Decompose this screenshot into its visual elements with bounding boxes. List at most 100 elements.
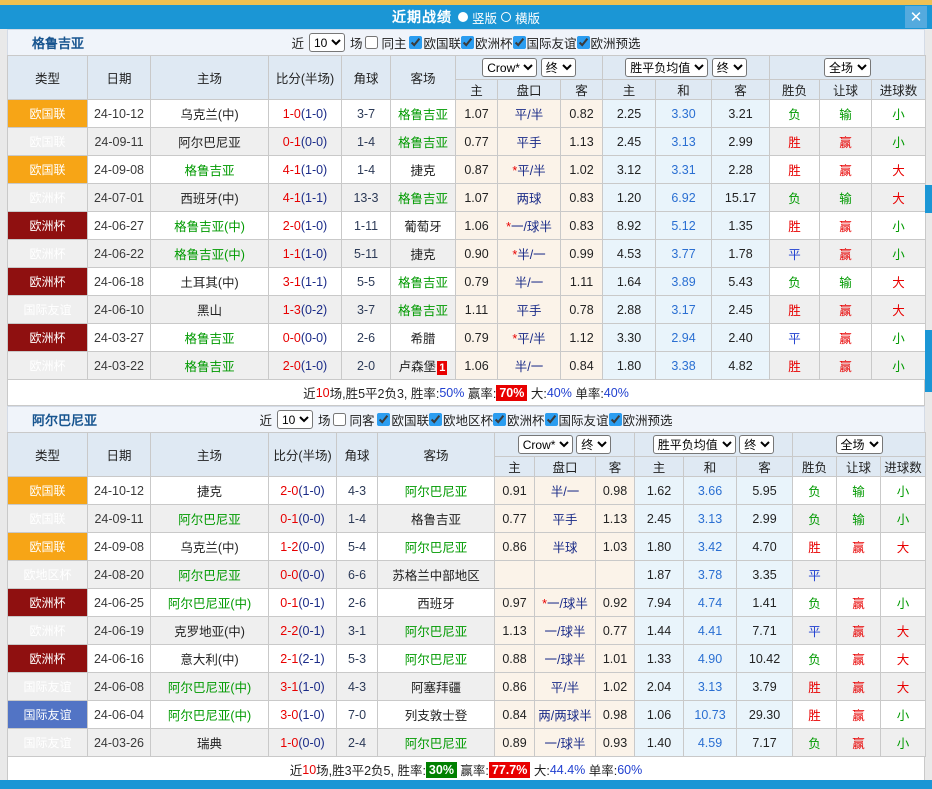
league-badge: 欧国联 xyxy=(8,100,88,128)
layout-radio-group: 竖版 横版 xyxy=(458,8,540,27)
same-venue-label[interactable]: 同主 xyxy=(381,33,406,52)
league-filter-欧洲杯[interactable]: 欧洲杯 xyxy=(461,33,513,52)
radio-horizontal-label[interactable]: 横版 xyxy=(515,8,540,27)
league-checkbox[interactable] xyxy=(429,413,442,426)
close-icon[interactable]: ✕ xyxy=(905,6,927,28)
league-checkbox[interactable] xyxy=(545,413,558,426)
wdl-stage-select[interactable]: 终 xyxy=(739,435,774,454)
match-scope-select[interactable]: 全场 xyxy=(824,58,871,77)
match-count-select[interactable]: 10 xyxy=(277,410,313,429)
col-goals: 进球数 xyxy=(872,80,926,100)
wdl-away-odds: 3.35 xyxy=(737,561,793,589)
league-filter-欧洲杯[interactable]: 欧洲杯 xyxy=(493,410,545,429)
wdl-away-odds: 3.21 xyxy=(712,100,770,128)
result-cell: 负 xyxy=(793,477,837,505)
odds-company-select[interactable]: Crow* xyxy=(482,58,537,77)
results-table-georgia: 类型 日期 主场 比分(半场) 角球 客场 Crow* 终 胜平负均值 终 xyxy=(7,55,926,380)
summary-text: 近 xyxy=(303,383,316,402)
date-cell: 24-03-22 xyxy=(88,352,151,380)
col-goals: 进球数 xyxy=(881,457,926,477)
fulltime-score: 3-1 xyxy=(280,680,298,694)
match-scope-select[interactable]: 全场 xyxy=(836,435,883,454)
league-checkbox[interactable] xyxy=(577,36,590,49)
score-cell: 1-2(0-0) xyxy=(269,533,337,561)
league-filter-国际友谊[interactable]: 国际友谊 xyxy=(513,33,577,52)
league-filter-欧洲预选[interactable]: 欧洲预选 xyxy=(609,410,673,429)
goals-cell: 小 xyxy=(881,589,926,617)
handicap-text: 平/半 xyxy=(517,332,545,346)
handicap-text: 平/半 xyxy=(515,108,543,122)
score-cell: 1-0(0-0) xyxy=(269,729,337,757)
wdl-draw-odds: 6.92 xyxy=(656,184,712,212)
wdl-average-select[interactable]: 胜平负均值 xyxy=(653,435,736,454)
same-venue-checkbox[interactable] xyxy=(333,413,346,426)
league-filter-欧洲预选[interactable]: 欧洲预选 xyxy=(577,33,641,52)
league-checkbox[interactable] xyxy=(493,413,506,426)
radio-vertical-label[interactable]: 竖版 xyxy=(472,8,497,27)
handicap-result-cell: 赢 xyxy=(837,729,881,757)
handicap-odds-home: 1.06 xyxy=(456,352,498,380)
fulltime-score: 2-1 xyxy=(280,652,298,666)
league-filter-欧国联[interactable]: 欧国联 xyxy=(409,33,461,52)
league-filter-欧国联[interactable]: 欧国联 xyxy=(377,410,429,429)
handicap-text: 半/一 xyxy=(515,276,543,290)
league-checkbox[interactable] xyxy=(409,36,422,49)
league-filter-group: 欧国联欧地区杯欧洲杯国际友谊欧洲预选 xyxy=(377,410,672,429)
scrollbar-thumb[interactable] xyxy=(925,330,932,392)
result-cell: 胜 xyxy=(770,128,820,156)
wdl-draw-odds: 4.74 xyxy=(684,589,737,617)
score-cell: 0-1(0-0) xyxy=(269,505,337,533)
team-name: 格鲁吉亚 xyxy=(32,33,84,52)
handicap-odds-away: 1.02 xyxy=(561,156,603,184)
handicap-text: 平手 xyxy=(516,136,541,150)
handicap-odds-home: 0.86 xyxy=(495,533,535,561)
handicap-odds-away: 1.02 xyxy=(596,673,635,701)
match-count-select[interactable]: 10 xyxy=(309,33,345,52)
match-row: 欧洲杯24-06-18土耳其(中)3-1(1-1)5-5格鲁吉亚0.79半/一1… xyxy=(8,268,926,296)
handicap-line: 平手 xyxy=(498,128,561,156)
handicap-odds-home: 0.77 xyxy=(495,505,535,533)
league-checkbox[interactable] xyxy=(513,36,526,49)
away-team: 格鲁吉亚 xyxy=(391,184,456,212)
league-filter-group: 欧国联欧洲杯国际友谊欧洲预选 xyxy=(409,33,640,52)
handicap-line: *平/半 xyxy=(498,156,561,184)
match-row: 欧国联24-09-11阿尔巴尼亚0-1(0-0)1-4格鲁吉亚0.77平手1.1… xyxy=(8,128,926,156)
league-filter-国际友谊[interactable]: 国际友谊 xyxy=(545,410,609,429)
same-venue-checkbox[interactable] xyxy=(365,36,378,49)
wdl-average-select[interactable]: 胜平负均值 xyxy=(625,58,708,77)
match-row: 欧洲杯24-06-19克罗地亚(中)2-2(0-1)3-1阿尔巴尼亚1.13一/… xyxy=(8,617,926,645)
handicap-line: 半/一 xyxy=(498,352,561,380)
handicap-text: 两/两球半 xyxy=(538,709,591,723)
result-cell: 负 xyxy=(793,729,837,757)
scrollbar-thumb[interactable] xyxy=(925,185,932,213)
handicap-line: 一/球半 xyxy=(535,729,596,757)
big-rate-value: 44.4% xyxy=(550,763,585,777)
radio-vertical-layout[interactable] xyxy=(458,12,468,22)
fulltime-score: 2-2 xyxy=(280,624,298,638)
radio-horizontal-layout[interactable] xyxy=(501,12,511,22)
filter-controls: 近 10 场 同主 欧国联欧洲杯国际友谊欧洲预选 xyxy=(8,33,924,52)
league-checkbox[interactable] xyxy=(461,36,474,49)
score-cell: 2-0(1-0) xyxy=(269,352,342,380)
league-checkbox[interactable] xyxy=(609,413,622,426)
odds-stage-select[interactable]: 终 xyxy=(576,435,611,454)
league-filter-欧地区杯[interactable]: 欧地区杯 xyxy=(429,410,493,429)
col-handicap-away: 客 xyxy=(561,80,603,100)
wdl-home-odds: 2.25 xyxy=(603,100,656,128)
col-handicap-home: 主 xyxy=(495,457,535,477)
home-team: 乌克兰(中) xyxy=(151,100,269,128)
same-venue-label[interactable]: 同客 xyxy=(349,410,374,429)
odds-company-select[interactable]: Crow* xyxy=(518,435,573,454)
date-cell: 24-06-18 xyxy=(88,268,151,296)
away-team: 卢森堡1 xyxy=(391,352,456,380)
home-team: 格鲁吉亚 xyxy=(151,352,269,380)
wdl-stage-select[interactable]: 终 xyxy=(712,58,747,77)
col-wdl-away: 客 xyxy=(737,457,793,477)
handicap-controls: Crow* 终 xyxy=(456,56,603,80)
league-checkbox[interactable] xyxy=(377,413,390,426)
col-handicap: 盘口 xyxy=(498,80,561,100)
fulltime-score: 2-0 xyxy=(283,359,301,373)
wdl-draw-odds: 5.12 xyxy=(656,212,712,240)
handicap-odds-away: 0.99 xyxy=(561,240,603,268)
odds-stage-select[interactable]: 终 xyxy=(541,58,576,77)
